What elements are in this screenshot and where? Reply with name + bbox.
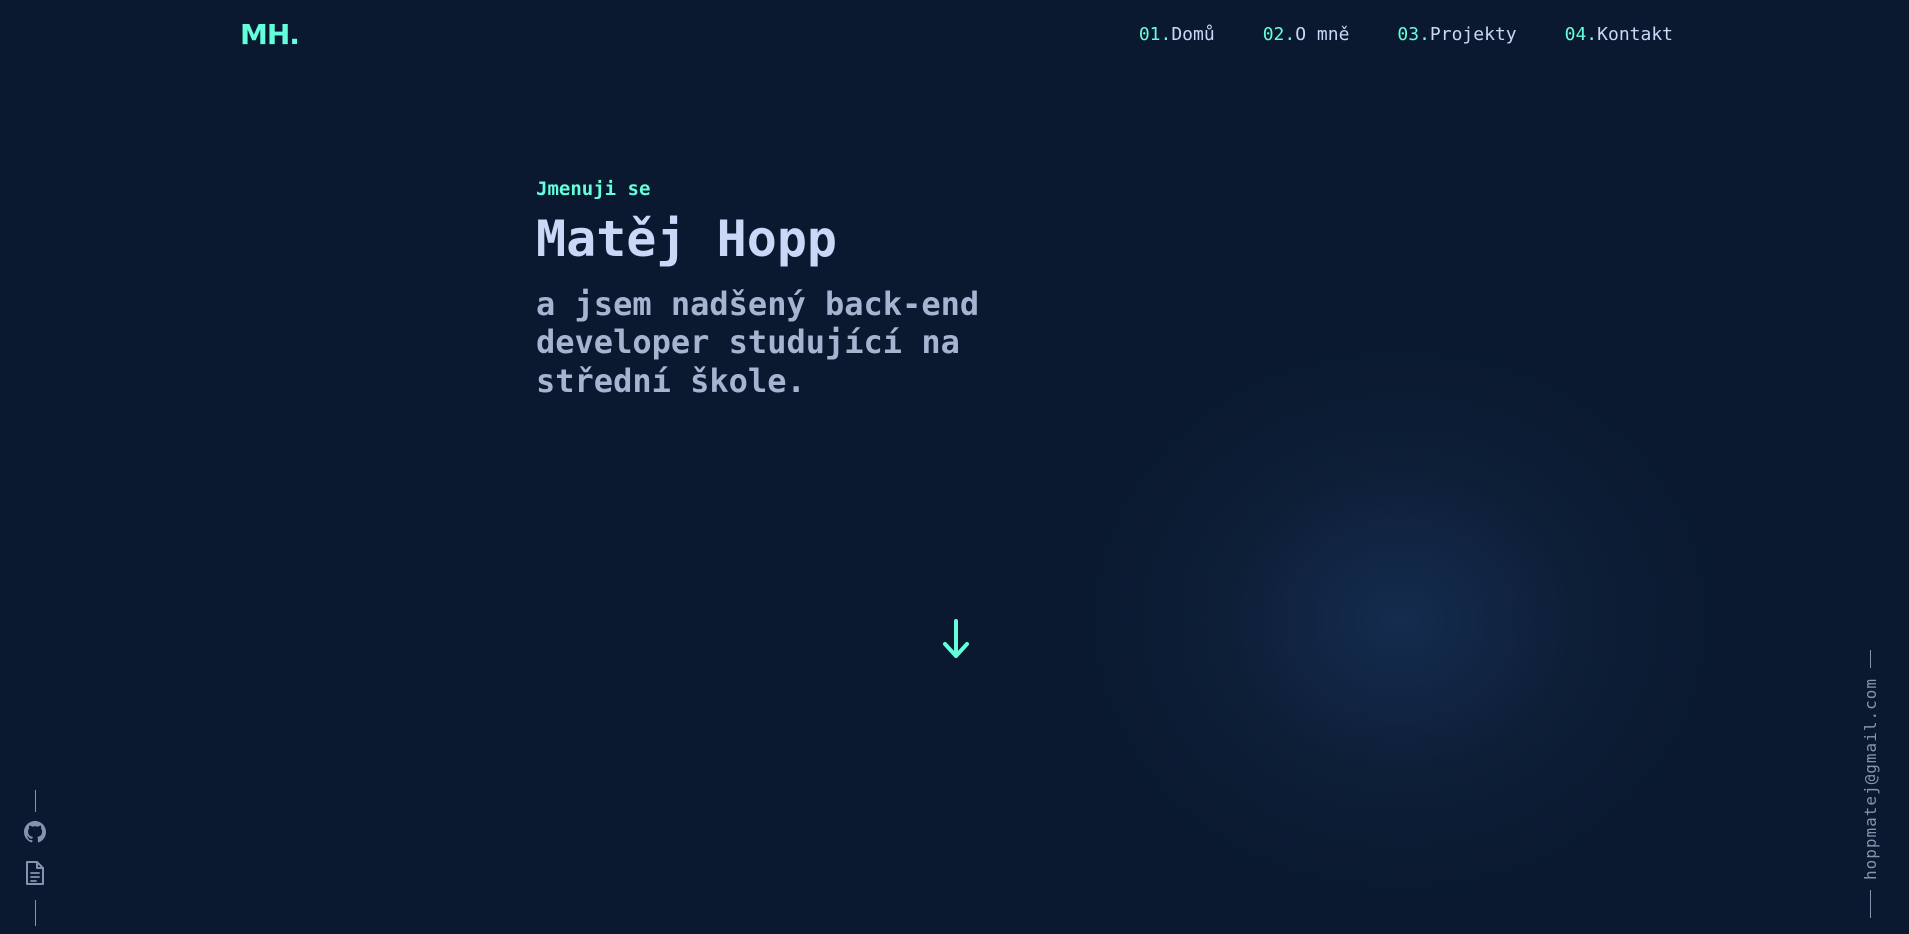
logo[interactable]: MH. [240,18,300,51]
github-icon[interactable] [23,820,47,848]
arrow-down-icon[interactable] [940,618,972,660]
nav-item-projects[interactable]: 03.Projekty [1397,24,1516,45]
hero-section: Jmenuji se Matěj Hopp a jsem nadšený bac… [536,178,1056,400]
nav-label: Projekty [1429,24,1517,45]
hero-name: Matěj Hopp [536,210,838,268]
nav-number: 01. [1138,24,1172,45]
main-nav: 01.Domů 02.O mně 03.Projekty 04.Kontakt [1139,24,1673,45]
document-icon[interactable] [24,860,46,890]
background-glow [1080,340,1720,900]
nav-item-home[interactable]: 01.Domů [1139,24,1215,45]
nav-item-about[interactable]: 02.O mně [1263,24,1350,45]
email-sidebar: hoppmatej@gmail.com [1858,650,1882,918]
hero-tagline: a jsem nadšený back-end developer studuj… [536,285,980,400]
nav-number: 02. [1262,24,1296,45]
nav-label: Kontakt [1597,24,1673,45]
nav-number: 03. [1397,24,1430,45]
hero-intro: Jmenuji se [536,178,651,200]
divider-line [34,790,36,812]
nav-label: Domů [1171,24,1215,45]
email-link[interactable]: hoppmatej@gmail.com [1861,678,1880,880]
social-links [22,790,48,926]
nav-item-contact[interactable]: 04.Kontakt [1565,24,1673,45]
divider-line [1869,890,1871,918]
nav-number: 04. [1564,24,1598,45]
nav-label: O mně [1295,24,1350,45]
divider-line [34,900,36,926]
divider-line [1869,650,1871,668]
